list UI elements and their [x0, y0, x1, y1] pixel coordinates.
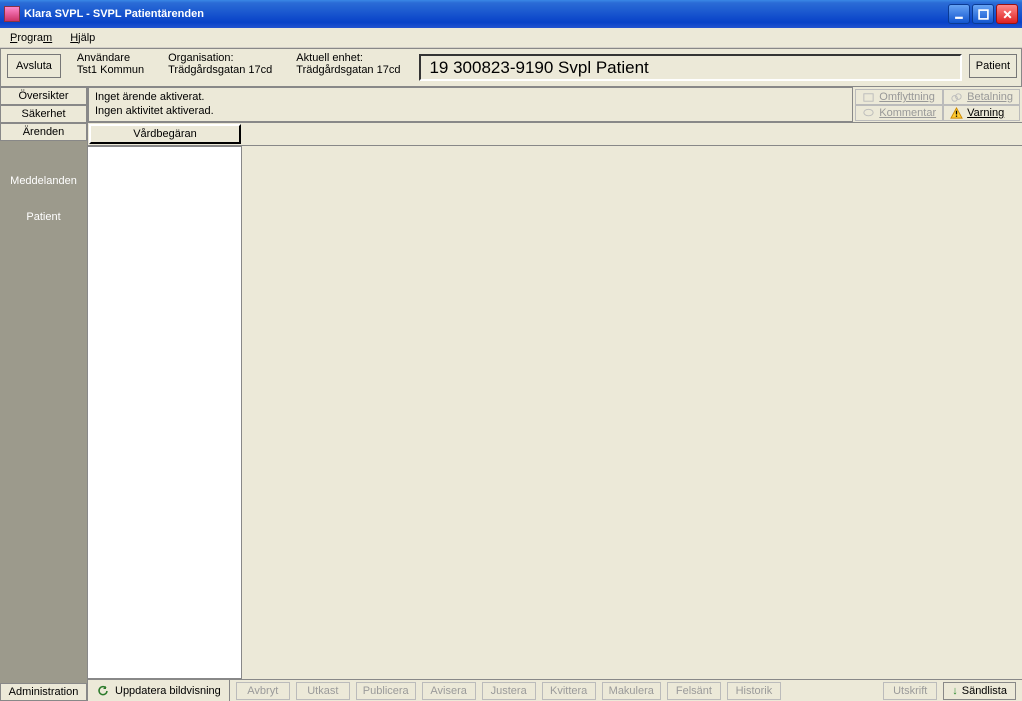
vardbegaran-button[interactable]: Vårdbegäran [89, 124, 241, 144]
felsant-button[interactable]: Felsänt [667, 682, 721, 700]
user-value: Tst1 Kommun [77, 64, 144, 76]
utskrift-button[interactable]: Utskrift [883, 682, 937, 700]
makulera-button[interactable]: Makulera [602, 682, 661, 700]
menu-program[interactable]: Program [6, 30, 56, 46]
maximize-button[interactable] [972, 4, 994, 24]
menu-hjalp[interactable]: Hjälp [66, 30, 99, 46]
omflyttning-link[interactable]: Omflyttning [855, 89, 943, 105]
warning-icon [950, 107, 963, 120]
close-button[interactable] [996, 4, 1018, 24]
sidebar-tab-oversikter[interactable]: Översikter [0, 87, 87, 105]
minimize-button[interactable] [948, 4, 970, 24]
money-icon [950, 91, 963, 104]
sidebar-tab-arenden[interactable]: Ärenden [0, 123, 87, 141]
comment-icon [862, 107, 875, 120]
refresh-link[interactable]: Uppdatera bildvisning [88, 682, 229, 700]
refresh-label: Uppdatera bildvisning [115, 685, 221, 697]
organisation-info: Organisation: Trädgårdsgatan 17cd [158, 49, 286, 86]
organisation-label: Organisation: [168, 52, 272, 64]
sidebar-tab-administration[interactable]: Administration [0, 683, 87, 701]
patient-id-display: 19 300823-9190 Svpl Patient [419, 54, 961, 81]
kommentar-link[interactable]: Kommentar [855, 105, 943, 121]
avbryt-button[interactable]: Avbryt [236, 682, 290, 700]
omflyttning-label: Omflyttning [879, 91, 935, 103]
varning-link[interactable]: Varning [943, 105, 1020, 121]
status-buttons: Omflyttning Betalning Kommentar Varning [853, 87, 1022, 122]
down-arrow-icon: ↓ [952, 685, 958, 697]
avisera-button[interactable]: Avisera [422, 682, 476, 700]
window-controls [948, 4, 1018, 24]
sidebar: Översikter Säkerhet Ärenden Meddelanden … [0, 87, 88, 701]
enhet-info: Aktuell enhet: Trädgårdsgatan 17cd [286, 49, 414, 86]
patient-button[interactable]: Patient [969, 54, 1017, 78]
historik-button[interactable]: Historik [727, 682, 781, 700]
main-body: Översikter Säkerhet Ärenden Meddelanden … [0, 87, 1022, 701]
varning-label: Varning [967, 107, 1004, 119]
sidebar-item-meddelanden[interactable]: Meddelanden [0, 163, 87, 199]
refresh-icon [96, 684, 110, 698]
sidebar-item-patient[interactable]: Patient [0, 199, 87, 235]
app-icon [4, 6, 20, 22]
omflyttning-icon [862, 91, 875, 104]
utkast-button[interactable]: Utkast [296, 682, 350, 700]
betalning-link[interactable]: Betalning [943, 89, 1020, 105]
content-row [88, 146, 1022, 679]
top-info-bar: Avsluta Användare Tst1 Kommun Organisati… [0, 48, 1022, 87]
menu-bar: Program Hjälp [0, 28, 1022, 48]
avsluta-button[interactable]: Avsluta [7, 54, 61, 78]
status-row: Inget ärende aktiverat. Ingen aktivitet … [88, 87, 1022, 123]
kvittera-button[interactable]: Kvittera [542, 682, 596, 700]
organisation-value: Trädgårdsgatan 17cd [168, 64, 272, 76]
window-title: Klara SVPL - SVPL Patientärenden [24, 8, 948, 20]
main-panel: Inget ärende aktiverat. Ingen aktivitet … [88, 87, 1022, 701]
sandlista-button[interactable]: ↓ Sändlista [943, 682, 1016, 700]
enhet-label: Aktuell enhet: [296, 52, 400, 64]
user-info: Användare Tst1 Kommun [67, 49, 158, 86]
sandlista-label: Sändlista [962, 685, 1007, 697]
bottom-button-area: Avbryt Utkast Publicera Avisera Justera … [229, 680, 1022, 701]
justera-button[interactable]: Justera [482, 682, 536, 700]
user-label: Användare [77, 52, 144, 64]
enhet-value: Trädgårdsgatan 17cd [296, 64, 400, 76]
status-line-2: Ingen aktivitet aktiverad. [95, 104, 846, 118]
sidebar-tab-sakerhet[interactable]: Säkerhet [0, 105, 87, 123]
window-titlebar: Klara SVPL - SVPL Patientärenden [0, 0, 1022, 28]
list-pane[interactable] [88, 146, 242, 679]
kommentar-label: Kommentar [879, 107, 936, 119]
bottom-row: Uppdatera bildvisning Avbryt Utkast Publ… [88, 679, 1022, 701]
publicera-button[interactable]: Publicera [356, 682, 416, 700]
betalning-label: Betalning [967, 91, 1013, 103]
status-line-1: Inget ärende aktiverat. [95, 90, 846, 104]
status-text: Inget ärende aktiverat. Ingen aktivitet … [88, 87, 853, 122]
vardbegaran-row: Vårdbegäran [88, 123, 1022, 146]
detail-pane [242, 146, 1022, 679]
